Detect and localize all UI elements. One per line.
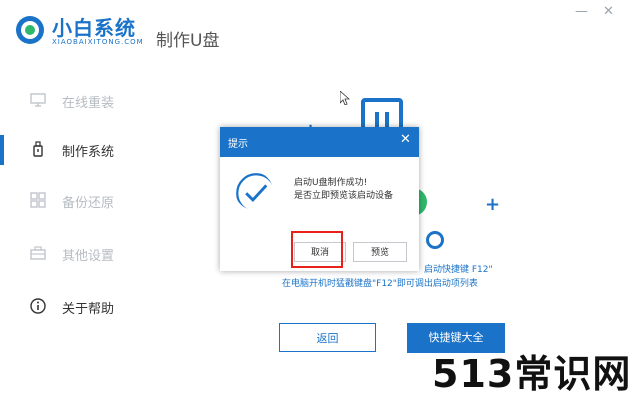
page-title: 制作U盘 xyxy=(156,31,220,51)
dialog-header: 提示 ✕ xyxy=(220,127,419,157)
sidebar-item-make-system[interactable]: 制作系统 xyxy=(0,135,115,165)
usb-icon xyxy=(33,141,43,157)
sidebar-item-online-reinstall[interactable]: 在线重装 xyxy=(0,86,115,116)
app-header: 小白系统 XIAOBAIXITONG.COM 制作U盘 — ✕ xyxy=(0,0,637,70)
sidebar-item-other-settings[interactable]: 其他设置 xyxy=(0,239,115,269)
sidebar-item-backup-restore[interactable]: 备份还原 xyxy=(0,186,115,216)
hint-instructions: 在电脑开机时猛戳键盘"F12"即可调出启动项列表 xyxy=(282,279,478,289)
dialog-question: 是否立即预览该启动设备 xyxy=(294,191,394,201)
sidebar-item-label: 其他设置 xyxy=(62,249,115,264)
brand-name: 小白系统 xyxy=(52,16,136,40)
toolbox-icon xyxy=(30,246,46,260)
sidebar-item-label: 制作系统 xyxy=(62,145,115,160)
minimize-button[interactable]: — xyxy=(575,4,588,19)
check-circle-icon xyxy=(236,173,273,210)
sidebar-item-label: 备份还原 xyxy=(62,196,115,211)
dialog-title: 提示 xyxy=(228,139,248,150)
sidebar-item-about-help[interactable]: 关于帮助 xyxy=(0,292,115,322)
watermark-text: 513常识网 xyxy=(432,352,632,396)
sidebar-item-label: 关于帮助 xyxy=(62,302,115,317)
grid-icon xyxy=(30,192,46,208)
plus-decoration-icon: + xyxy=(485,194,501,215)
highlight-box xyxy=(291,231,343,268)
logo-icon xyxy=(16,16,44,44)
preview-button[interactable]: 预览 xyxy=(353,242,407,262)
brand-subtitle: XIAOBAIXITONG.COM xyxy=(52,38,144,46)
dialog-message: 启动U盘制作成功! xyxy=(294,178,368,188)
sidebar-item-label: 在线重装 xyxy=(62,96,115,111)
back-button[interactable]: 返回 xyxy=(279,323,376,352)
active-indicator xyxy=(0,135,4,165)
close-window-button[interactable]: ✕ xyxy=(603,4,614,19)
monitor-icon xyxy=(30,93,46,107)
ring-decoration-icon xyxy=(426,231,444,249)
info-icon xyxy=(30,298,46,314)
sidebar: 在线重装 制作系统 备份还原 其他设置 关于帮助 xyxy=(0,70,115,395)
hint-hotkey: 启动快捷键 F12" xyxy=(424,265,493,275)
mouse-cursor-icon xyxy=(340,91,350,105)
close-icon[interactable]: ✕ xyxy=(400,132,411,147)
